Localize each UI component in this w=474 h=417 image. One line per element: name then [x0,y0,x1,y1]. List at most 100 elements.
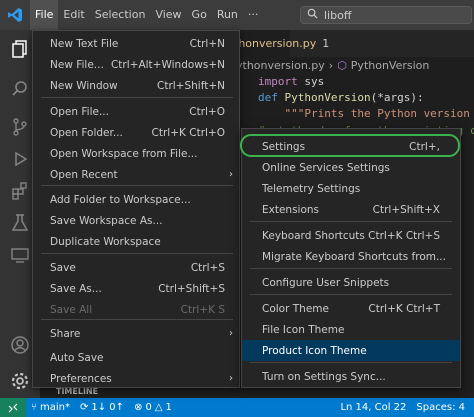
menu-item-label: Color Theme [262,302,329,315]
menu-item-label: Save As... [50,282,102,295]
breadcrumb-file[interactable]: ythonversion.py [236,59,325,72]
menu-item-label: Settings [262,140,306,153]
menu-go[interactable]: Go [187,0,212,30]
menu-edit[interactable]: Edit [58,0,89,30]
run-debug-icon[interactable] [9,148,31,170]
file-menu-item-open-folder[interactable]: Open Folder... Ctrl+K Ctrl+O [33,122,241,143]
menu-item-label: Share [50,327,81,340]
warning-icon: △ [154,402,163,413]
menu-item-label: Open Recent [50,168,118,181]
code-token: sys [297,75,325,88]
menu-item-label: Save Workspace As... [50,214,163,227]
file-menu-item-auto-save[interactable]: Auto Save [33,347,241,368]
menu-bar: File Edit Selection View Go Run ··· [30,0,263,30]
menu-item-shortcut: Ctrl+N [189,37,225,50]
code-line: def PythonVersion(*args): [258,90,474,106]
search-activity-icon[interactable] [9,78,31,100]
prefs-menu-item-online-services-settings[interactable]: Online Services Settings [242,157,460,178]
code-token: """Prints the Python version into [284,107,470,121]
prefs-menu-item-color-theme[interactable]: Color Theme Ctrl+K Ctrl+T [242,298,460,319]
file-menu-item-save-all[interactable]: Save All Ctrl+K S [33,299,241,320]
sync-counts: 1↓ 0↑ [91,402,125,413]
prefs-menu-item-product-icon-theme[interactable]: Product Icon Theme [242,340,460,361]
source-control-icon[interactable] [9,116,31,138]
manage-gear-icon[interactable] [9,370,31,392]
command-center-search[interactable]: liboff [300,6,472,24]
file-menu-item-save-workspace-as[interactable]: Save Workspace As... [33,210,241,231]
testing-icon[interactable] [9,212,31,234]
menu-item-shortcut: Ctrl+O [189,105,225,118]
file-menu-item-new-file[interactable]: New File... Ctrl+Alt+Windows+N [33,54,241,75]
preferences-submenu: Settings Ctrl+, Online Services Settings Te… [241,128,461,388]
file-menu-item-new-text-file[interactable]: New Text File Ctrl+N [33,33,241,54]
file-menu-item-open-file[interactable]: Open File... Ctrl+O [33,101,241,122]
search-icon [307,8,318,22]
menu-item-label: Open Folder... [50,126,123,139]
prefs-menu-item-telemetry-settings[interactable]: Telemetry Settings [242,178,460,199]
menu-item-label: Configure User Snippets [262,276,390,289]
remote-indicator-icon[interactable] [0,398,26,417]
menu-item-label: Open Workspace from File... [50,147,198,160]
warning-count: 1 [165,402,172,413]
prefs-menu-item-turn-on-settings-sync[interactable]: Turn on Settings Sync... [242,366,460,387]
branch-status[interactable]: ⑂ main* [26,402,75,413]
menu-item-label: New Window [50,79,118,92]
menu-run[interactable]: Run [212,0,243,30]
explorer-icon[interactable] [9,38,31,60]
status-bar: ⑂ main* ⟳ 1↓ 0↑ ⊗ 0 △ 1 Ln 14, Col 22 Sp… [0,398,474,417]
extensions-icon[interactable] [9,180,31,202]
prefs-menu-item-migrate-keyboard-shortcuts-from[interactable]: Migrate Keyboard Shortcuts from... [242,246,460,267]
cube-icon: ⬡ [337,59,347,72]
file-menu-item-share[interactable]: Share › [33,323,241,344]
accounts-icon[interactable] [9,334,31,356]
menu-item-label: Auto Save [50,351,104,364]
remote-explorer-icon[interactable] [9,244,31,266]
prefs-menu-item-settings[interactable]: Settings Ctrl+, [242,136,460,157]
menu-file[interactable]: File [30,0,59,30]
code-token: (*args): [370,91,424,105]
menu-item-shortcut: Ctrl+K S [180,303,225,316]
prefs-menu-item-extensions[interactable]: Extensions Ctrl+Shift+X [242,199,460,220]
cursor-position[interactable]: Ln 14, Col 22 [335,402,411,413]
file-menu-item-add-folder-to-workspace[interactable]: Add Folder to Workspace... [33,189,241,210]
error-icon: ⊗ [134,402,143,413]
indentation-status[interactable]: Spaces: 4 [411,402,470,413]
menu-item-label: New Text File [50,37,119,50]
vscode-logo-icon [0,0,30,30]
menu-item-label: Extensions [262,203,320,216]
file-menu-item-new-window[interactable]: New Window Ctrl+Shift+N [33,75,241,96]
chevron-right-icon: › [229,328,233,339]
file-menu-item-save[interactable]: Save Ctrl+S [33,257,241,278]
code-token: def [258,91,278,105]
menu-item-label: File Icon Theme [262,323,345,336]
menu-item-shortcut: Ctrl+Alt+Windows+N [110,58,225,71]
file-menu-item-open-workspace-from-file[interactable]: Open Workspace from File... [33,143,241,164]
menu-item-label: Keyboard Shortcuts [262,229,365,242]
prefs-menu-item-configure-user-snippets[interactable]: Configure User Snippets [242,272,460,293]
file-menu-item-save-as[interactable]: Save As... Ctrl+Shift+S [33,278,241,299]
breadcrumb-symbol[interactable]: PythonVersion [351,59,430,72]
menu-item-label: Add Folder to Workspace... [50,193,191,206]
menu-item-label: Online Services Settings [262,161,390,174]
file-menu-item-preferences[interactable]: Preferences › [33,368,241,389]
problems-status[interactable]: ⊗ 0 △ 1 [129,402,177,413]
prefs-menu-item-file-icon-theme[interactable]: File Icon Theme [242,319,460,340]
chevron-right-icon: › [229,373,233,384]
tab-label: thonversion.py [234,37,317,50]
file-menu-item-open-recent[interactable]: Open Recent › [33,164,241,185]
title-bar: File Edit Selection View Go Run ··· libo… [0,0,474,30]
search-text: liboff [324,8,352,22]
menu-view[interactable]: View [150,0,186,30]
menu-item-label: Telemetry Settings [262,182,361,195]
menu-selection[interactable]: Selection [90,0,151,30]
menu-separator [250,294,452,295]
breadcrumb: ythonversion.py › ⬡ PythonVersion [236,59,429,72]
chevron-right-icon: › [328,59,334,72]
file-menu-item-duplicate-workspace[interactable]: Duplicate Workspace [33,231,241,252]
menu-item-shortcut: Ctrl+K Ctrl+S [368,229,440,242]
menu-separator [41,185,233,186]
menu-item-shortcut: Ctrl+, [409,140,440,153]
menu-more[interactable]: ··· [243,0,264,30]
prefs-menu-item-keyboard-shortcuts[interactable]: Keyboard Shortcuts Ctrl+K Ctrl+S [242,225,460,246]
sync-status[interactable]: ⟳ 1↓ 0↑ [75,402,129,413]
